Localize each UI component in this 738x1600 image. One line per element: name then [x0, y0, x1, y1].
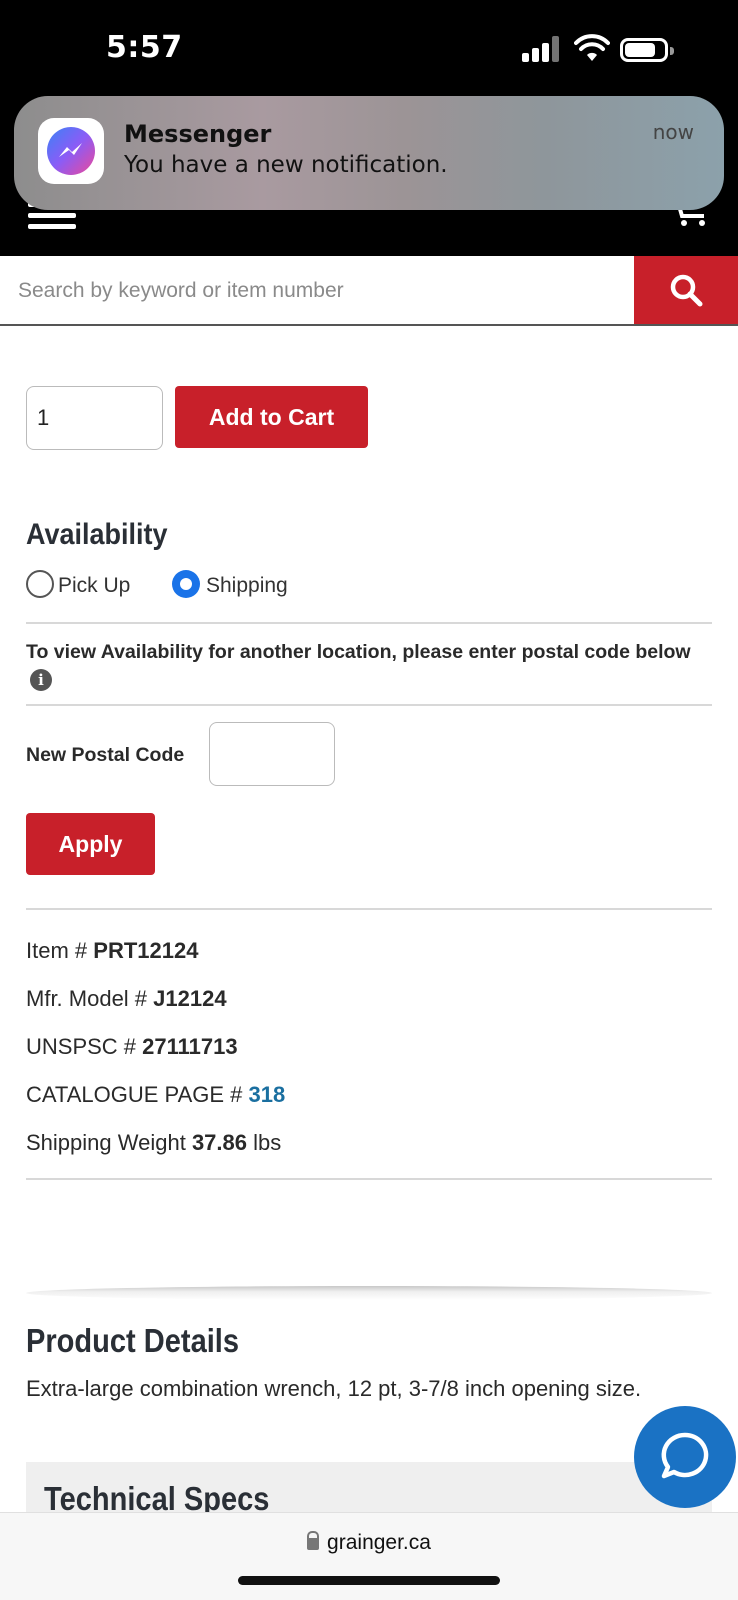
search-bar: [0, 256, 738, 326]
url-text: grainger.ca: [327, 1531, 431, 1554]
lock-icon: [307, 1531, 320, 1550]
notification-time: now: [652, 120, 694, 144]
status-icons: [522, 34, 682, 64]
postal-note-text: To view Availability for another locatio…: [26, 641, 691, 663]
notification-app-name: Messenger: [124, 120, 272, 148]
technical-specs-heading: Technical Specs: [44, 1480, 270, 1512]
status-time: 5:57: [106, 30, 183, 65]
postal-note: To view Availability for another locatio…: [26, 640, 712, 691]
search-input[interactable]: [2, 258, 632, 324]
divider: [26, 908, 712, 910]
shipping-weight-unit: lbs: [253, 1130, 282, 1155]
battery-icon: [620, 38, 674, 62]
messenger-icon: [38, 118, 104, 184]
shipping-weight: Shipping Weight 37.86 lbs: [26, 1130, 282, 1155]
url-bar[interactable]: grainger.ca: [0, 1531, 738, 1555]
chat-button[interactable]: [634, 1406, 736, 1508]
catalogue-page-link[interactable]: 318: [249, 1082, 286, 1107]
search-button[interactable]: [634, 256, 738, 324]
product-details-heading: Product Details: [26, 1322, 240, 1359]
notification-banner[interactable]: Messenger You have a new notification. n…: [14, 96, 724, 210]
notification-message: You have a new notification.: [124, 152, 448, 178]
quantity-input[interactable]: [26, 386, 163, 450]
shipping-label[interactable]: Shipping: [206, 574, 288, 598]
divider: [26, 622, 712, 624]
pickup-label[interactable]: Pick Up: [58, 574, 130, 598]
divider: [26, 704, 712, 706]
apply-button[interactable]: Apply: [26, 813, 155, 875]
shipping-radio[interactable]: [172, 570, 200, 598]
browser-bottom-bar: grainger.ca: [0, 1512, 738, 1600]
signal-icon: [522, 36, 560, 62]
model-number: Mfr. Model # J12124: [26, 986, 227, 1011]
pickup-radio[interactable]: [26, 570, 54, 598]
info-icon[interactable]: i: [30, 669, 52, 691]
postal-code-label: New Postal Code: [26, 744, 185, 766]
add-to-cart-button[interactable]: Add to Cart: [175, 386, 368, 448]
search-icon: [670, 274, 703, 307]
item-number-value: PRT12124: [93, 938, 199, 963]
item-number: Item # PRT12124: [26, 938, 199, 963]
availability-heading: Availability: [26, 518, 168, 551]
home-indicator[interactable]: [238, 1576, 500, 1585]
unspsc-number: UNSPSC # 27111713: [26, 1034, 238, 1059]
divider: [26, 1178, 712, 1180]
catalogue-page: CATALOGUE PAGE # 318: [26, 1082, 286, 1107]
wifi-icon: [574, 34, 610, 61]
model-number-value: J12124: [153, 986, 227, 1011]
postal-code-input[interactable]: [209, 722, 335, 786]
unspsc-value: 27111713: [142, 1034, 238, 1059]
product-description: Extra-large combination wrench, 12 pt, 3…: [26, 1376, 642, 1401]
chat-icon: [661, 1432, 709, 1479]
section-divider: [26, 1286, 712, 1300]
shipping-weight-value: 37.86: [191, 1130, 247, 1155]
technical-specs-section[interactable]: Technical Specs: [26, 1462, 712, 1512]
